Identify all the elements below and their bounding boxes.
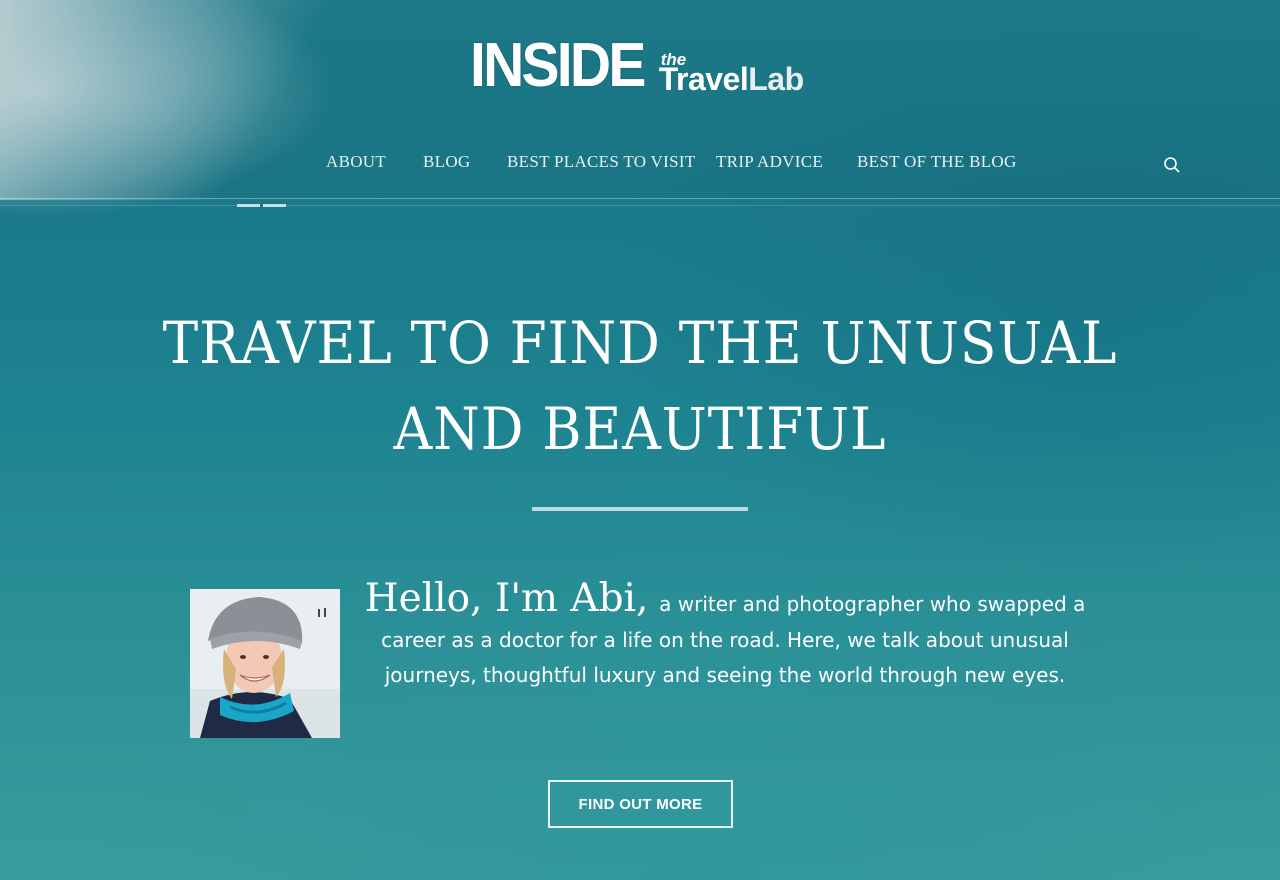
nav-active-indicator	[237, 204, 286, 207]
main-nav: ABOUT BLOG BEST PLACES TO VISIT TRIP ADV…	[0, 152, 1280, 178]
avatar-photo	[190, 589, 340, 738]
site-logo[interactable]: INSIDE the TravelLab	[470, 30, 810, 100]
search-button[interactable]	[1162, 155, 1182, 175]
hero-divider	[532, 507, 748, 511]
site-header: INSIDE the TravelLab ABOUT BLOG BEST PLA…	[0, 0, 1280, 199]
nav-item-best-of-blog[interactable]: BEST OF THE BLOG	[857, 152, 1017, 172]
nav-item-about[interactable]: ABOUT	[326, 152, 386, 172]
search-icon	[1164, 157, 1180, 173]
intro-greeting: Hello, I'm Abi,	[364, 576, 649, 621]
nav-item-best-places[interactable]: BEST PLACES TO VISIT	[507, 152, 695, 172]
logo-travellab-text: TravelLab	[659, 62, 804, 96]
header-divider	[0, 205, 1280, 206]
logo-subtext: the TravelLab	[649, 36, 810, 96]
find-out-more-button[interactable]: FIND OUT MORE	[548, 780, 733, 828]
logo-lab-word: Lab	[748, 61, 804, 97]
logo-travel-word: Travel	[658, 61, 749, 97]
nav-item-blog[interactable]: BLOG	[423, 152, 470, 172]
avatar	[190, 589, 340, 738]
nav-item-trip-advice[interactable]: TRIP ADVICE	[716, 152, 823, 172]
intro-paragraph: Hello, I'm Abi, a writer and photographe…	[350, 575, 1100, 693]
logo-inside-text: INSIDE	[470, 31, 646, 100]
hero-title: TRAVEL TO FIND THE UNUSUAL AND BEAUTIFUL	[162, 309, 1118, 463]
